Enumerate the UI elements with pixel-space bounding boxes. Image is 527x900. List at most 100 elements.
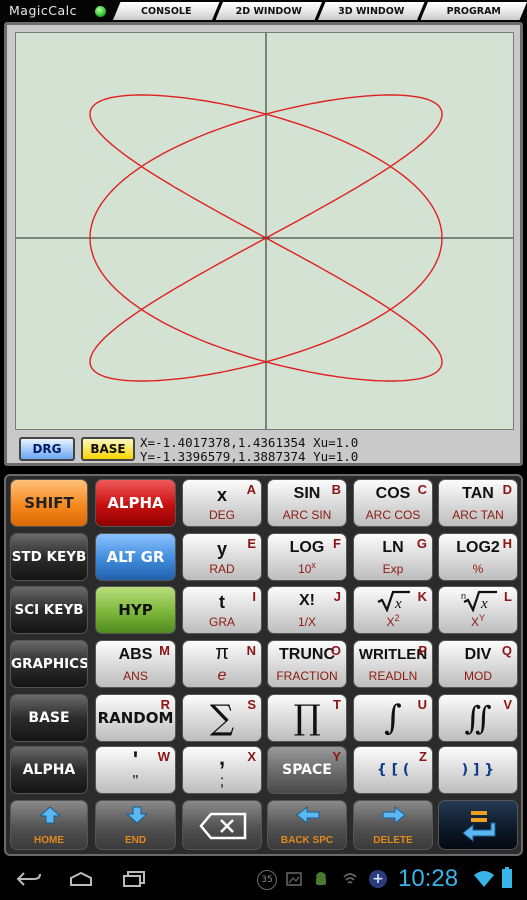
- nth-root-sub-sup: Y: [479, 613, 486, 623]
- sqrt-key[interactable]: x X2 K: [353, 586, 433, 634]
- sum-key[interactable]: ∑ S: [182, 694, 262, 742]
- wifi-small-icon[interactable]: [343, 872, 357, 886]
- space-key[interactable]: SPACE Y: [267, 746, 347, 794]
- product-key[interactable]: ∏ T: [267, 694, 347, 742]
- delete-key[interactable]: DELETE: [353, 800, 433, 850]
- writeln-key[interactable]: WRITLEN READLN P: [353, 640, 433, 688]
- comma-sub: ;: [219, 773, 225, 790]
- sin-sub: ARC SIN: [282, 508, 332, 522]
- home-nav-icon[interactable]: [68, 871, 94, 887]
- pi-corner: N: [246, 643, 256, 658]
- open-bracket-key[interactable]: { [ ( Z: [353, 746, 433, 794]
- close-bracket-key[interactable]: ) ] }: [438, 746, 518, 794]
- end-key[interactable]: END: [95, 800, 176, 850]
- cos-key[interactable]: COS ARC COS C: [353, 479, 433, 527]
- alpha-key-bottom[interactable]: ALPHA: [10, 746, 88, 794]
- hyp-label: HYP: [118, 601, 153, 619]
- x-corner: A: [246, 482, 256, 497]
- abs-sub: ANS: [123, 669, 148, 683]
- back-space-key[interactable]: BACK SPC: [267, 800, 347, 850]
- nth-root-corner: L: [504, 589, 512, 604]
- y-corner: E: [247, 536, 256, 551]
- sin-key[interactable]: SIN ARC SIN B: [267, 479, 347, 527]
- notification-count-icon[interactable]: 35: [257, 870, 277, 890]
- factorial-corner: J: [333, 589, 341, 604]
- drg-button[interactable]: DRG: [19, 437, 75, 461]
- factorial-key[interactable]: X! 1/X J: [267, 586, 347, 634]
- alpha-label-bottom: ALPHA: [22, 762, 76, 778]
- tab-console[interactable]: CONSOLE: [113, 2, 220, 20]
- ln-key[interactable]: LN Exp G: [353, 533, 433, 581]
- pi-key[interactable]: π e N: [182, 640, 262, 688]
- log-key[interactable]: LOG 10x F: [267, 533, 347, 581]
- graphics-key[interactable]: GRAPHICS: [10, 640, 88, 688]
- pi-sub: e: [217, 667, 227, 684]
- coord-y-line: Y=-1.3396579,1.3887374 Yu=1.0: [140, 449, 359, 464]
- left-arrow-icon: [296, 806, 320, 824]
- open-bracket-main: { [ (: [376, 762, 410, 778]
- y-key[interactable]: y RAD E: [182, 533, 262, 581]
- graph-canvas[interactable]: [15, 32, 514, 430]
- t-key[interactable]: t GRA I: [182, 586, 262, 634]
- svg-text:x: x: [394, 596, 402, 612]
- enter-key[interactable]: [438, 800, 518, 850]
- tab-program[interactable]: PROGRAM: [420, 2, 527, 20]
- home-key[interactable]: HOME: [10, 800, 88, 850]
- add-icon[interactable]: +: [369, 870, 387, 888]
- tab-3d-window[interactable]: 3D WINDOW: [318, 2, 425, 20]
- clear-key[interactable]: [182, 800, 262, 850]
- home-label: HOME: [34, 835, 64, 846]
- integral-key[interactable]: ∫ U: [353, 694, 433, 742]
- up-arrow-icon: [39, 806, 61, 824]
- integral-corner: U: [417, 697, 427, 712]
- nth-root-key[interactable]: n x XY L: [438, 586, 518, 634]
- random-corner: R: [160, 697, 170, 712]
- enter-icon: [462, 811, 496, 843]
- double-integral-corner: V: [503, 697, 512, 712]
- recent-apps-icon[interactable]: [122, 871, 146, 887]
- x-key[interactable]: x DEG A: [182, 479, 262, 527]
- t-main: t: [219, 592, 225, 612]
- nth-root-sub-wrap: XY: [439, 613, 517, 629]
- space-corner: Y: [332, 749, 341, 764]
- log2-key[interactable]: LOG2 % H: [438, 533, 518, 581]
- alpha-key-top[interactable]: ALPHA: [95, 479, 176, 527]
- shift-label: SHIFT: [24, 494, 74, 512]
- double-integral-key[interactable]: ∬ V: [438, 694, 518, 742]
- abs-key[interactable]: ABS ANS M: [95, 640, 176, 688]
- comma-corner: X: [247, 749, 256, 764]
- sin-corner: B: [331, 482, 341, 497]
- tan-key[interactable]: TAN ARC TAN D: [438, 479, 518, 527]
- comma-key[interactable]: , ; X: [182, 746, 262, 794]
- shift-key[interactable]: SHIFT: [10, 479, 88, 527]
- base-key-label: BASE: [28, 710, 70, 726]
- log2-sub: %: [472, 562, 484, 576]
- quote-key[interactable]: ' " W: [95, 746, 176, 794]
- alt-gr-key[interactable]: ALT GR: [95, 533, 176, 581]
- open-bracket-corner: Z: [419, 749, 427, 764]
- app-title: MagicCalc: [9, 3, 77, 18]
- image-notification-icon[interactable]: [286, 872, 302, 886]
- tab-2d-window[interactable]: 2D WINDOW: [215, 2, 322, 20]
- sci-keyb-key[interactable]: SCI KEYB: [10, 586, 88, 634]
- back-icon[interactable]: [16, 870, 42, 888]
- base-button[interactable]: BASE: [81, 437, 135, 461]
- cos-sub: ARC COS: [365, 508, 421, 522]
- system-nav-bar: 35 + 10:28: [0, 858, 527, 900]
- graphics-label: GRAPHICS: [11, 656, 88, 672]
- space-main: SPACE: [282, 762, 332, 778]
- wifi-icon: [474, 871, 494, 887]
- trunc-sub: FRACTION: [276, 669, 338, 683]
- cos-corner: C: [417, 482, 427, 497]
- random-key[interactable]: RANDOM R: [95, 694, 176, 742]
- hyp-key[interactable]: HYP: [95, 586, 176, 634]
- div-key[interactable]: DIV MOD Q: [438, 640, 518, 688]
- trunc-key[interactable]: TRUNC FRACTION O: [267, 640, 347, 688]
- nth-root-icon: n x: [461, 590, 497, 612]
- x-sub: DEG: [208, 508, 235, 522]
- nth-root-sub: X: [470, 615, 479, 629]
- plot-svg: [16, 33, 513, 429]
- std-keyb-key[interactable]: STD KEYB: [10, 533, 88, 581]
- android-icon[interactable]: [314, 871, 328, 887]
- base-key[interactable]: BASE: [10, 694, 88, 742]
